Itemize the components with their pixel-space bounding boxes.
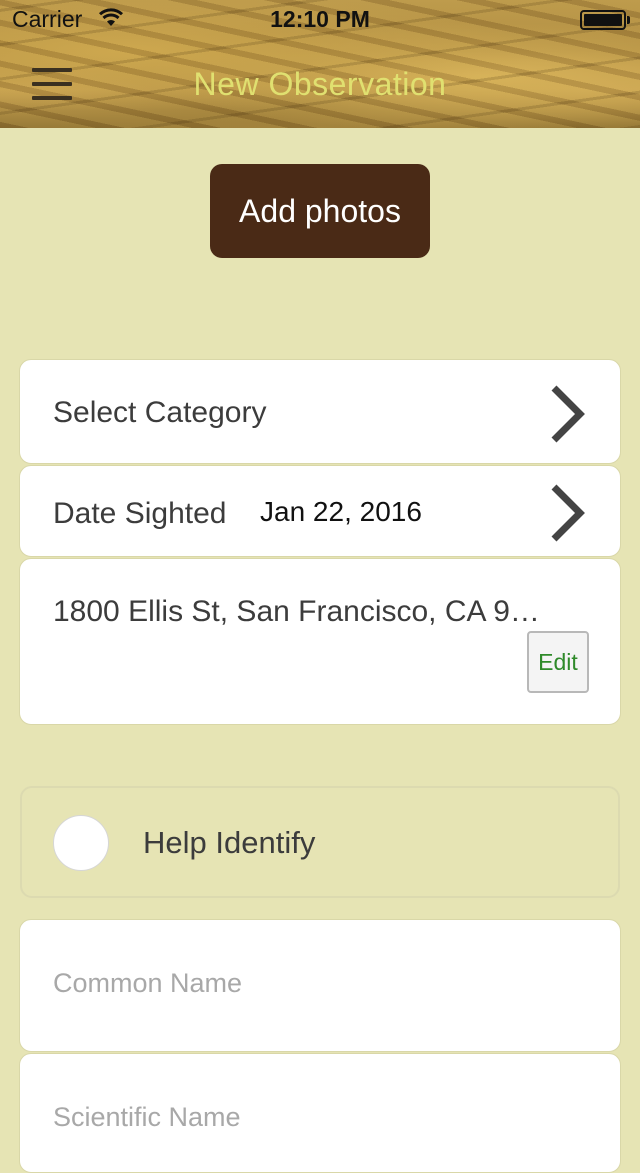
date-sighted-row[interactable]: Date Sighted Jan 22, 2016 <box>19 465 621 557</box>
select-category-row[interactable]: Select Category <box>19 359 621 464</box>
chevron-right-icon <box>551 385 585 443</box>
date-sighted-label: Date Sighted <box>53 497 227 530</box>
chevron-right-icon <box>551 484 585 542</box>
help-identify-row[interactable]: Help Identify <box>20 786 620 898</box>
location-address: 1800 Ellis St, San Francisco, CA 9… <box>53 595 540 628</box>
help-identify-radio[interactable] <box>53 815 109 871</box>
common-name-input[interactable] <box>53 966 583 1000</box>
battery-tip <box>627 16 630 24</box>
scientific-name-card <box>19 1053 621 1173</box>
page-title: New Observation <box>193 66 447 102</box>
help-identify-label: Help Identify <box>143 825 316 860</box>
date-sighted-value: Jan 22, 2016 <box>260 496 422 527</box>
status-bar: Carrier 12:10 PM <box>0 0 640 40</box>
scientific-name-input[interactable] <box>53 1100 583 1134</box>
location-row: 1800 Ellis St, San Francisco, CA 9… Edit <box>19 558 621 725</box>
add-photos-button[interactable]: Add photos <box>210 164 430 258</box>
select-category-label: Select Category <box>53 396 267 429</box>
common-name-card <box>19 919 621 1052</box>
header-bar: Carrier 12:10 PM New Observation <box>0 0 640 128</box>
battery-icon <box>580 10 626 30</box>
edit-location-button[interactable]: Edit <box>527 631 589 693</box>
status-time: 12:10 PM <box>270 6 370 32</box>
